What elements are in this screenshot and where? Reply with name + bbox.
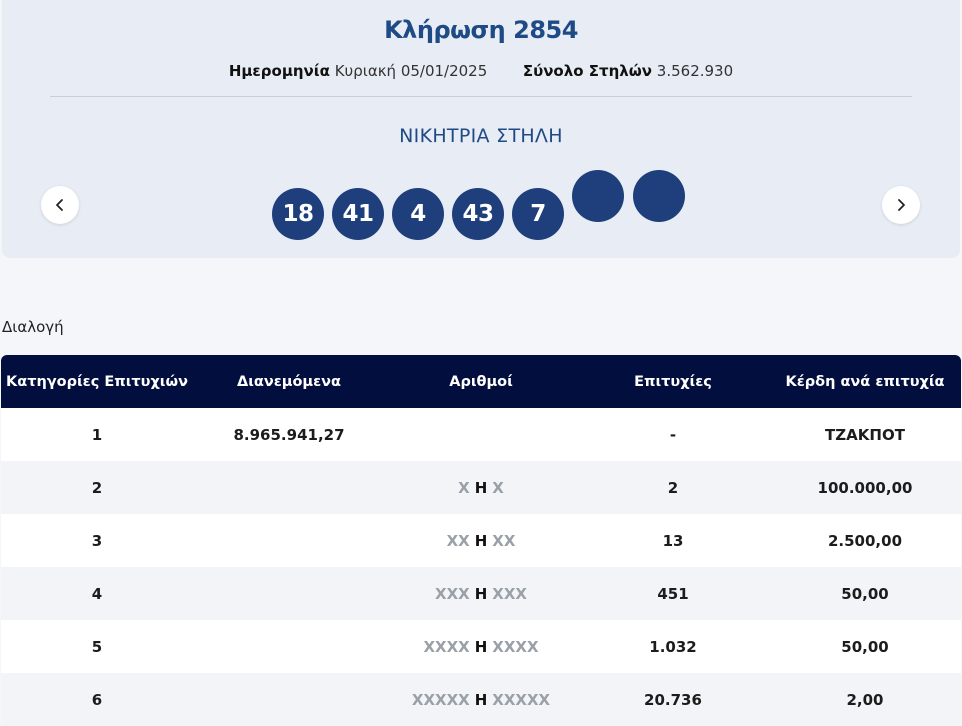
header-category: Κατηγορίες Επιτυχιών: [6, 373, 188, 390]
row-distributed: [193, 620, 385, 673]
combo-left: XXX: [435, 584, 470, 603]
divider: [50, 96, 912, 97]
row-wins: 2: [667, 478, 679, 497]
ball-1: 18: [272, 188, 324, 240]
row-numbers: [385, 408, 577, 461]
draw-card: Κλήρωση 2854 Ημερομηνία Κυριακή 05/01/20…: [2, 0, 960, 258]
row-wins: 1.032: [649, 637, 697, 656]
row-distributed: [193, 461, 385, 514]
row-distributed: [193, 514, 385, 567]
row-numbers: XX Η XX: [385, 514, 577, 567]
row-prize: 2,00: [846, 690, 884, 709]
table-row: 1 8.965.941,27 - ΤΖΑΚΠΟΤ: [1, 408, 961, 461]
previous-draw-button[interactable]: [41, 186, 79, 224]
row-distributed: [193, 567, 385, 620]
table-row: 3 XX Η XX 13 2.500,00: [1, 514, 961, 567]
combo-left: X: [458, 478, 470, 497]
header-wins: Επιτυχίες: [634, 373, 712, 390]
row-prize: 50,00: [841, 637, 889, 656]
ball-6: [572, 170, 624, 222]
ball-7: [633, 170, 685, 222]
table-row: 6 XXXXX Η XXXXX 20.736 2,00: [1, 673, 961, 726]
draw-meta: Ημερομηνία Κυριακή 05/01/2025 Σύνολο Στη…: [2, 62, 960, 80]
combo-left: XX: [446, 531, 470, 550]
header-prize: Κέρδη ανά επιτυχία: [785, 373, 945, 390]
header-distributed: Διανεμόμενα: [237, 373, 341, 390]
row-prize: 50,00: [841, 584, 889, 603]
table-row: 2 XΗX 2 100.000,00: [1, 461, 961, 514]
header-numbers: Αριθμοί: [449, 373, 513, 390]
row-wins: 451: [657, 584, 689, 603]
row-prize: 2.500,00: [827, 531, 903, 550]
combo-right: XX: [492, 531, 516, 550]
table-row: 5 XXXX Η XXXX 1.032 50,00: [1, 620, 961, 673]
row-category: 3: [91, 531, 103, 550]
combo-or: Η: [474, 584, 488, 603]
ball-4: 43: [452, 188, 504, 240]
chevron-right-icon: [898, 199, 905, 211]
row-prize: ΤΖΑΚΠΟΤ: [825, 425, 905, 444]
row-numbers: XXXXX Η XXXXX: [385, 673, 577, 726]
row-numbers: XXX Η XXX: [385, 567, 577, 620]
row-category: 4: [91, 584, 103, 603]
row-distributed: [193, 673, 385, 726]
combo-or: Η: [474, 531, 488, 550]
combo-right: X: [492, 478, 504, 497]
combo-or: Η: [474, 690, 488, 709]
section-label: Διαλογή: [2, 318, 64, 336]
winning-column-label: ΝΙΚΗΤΡΙΑ ΣΤΗΛΗ: [399, 125, 563, 147]
prize-table: Κατηγορίες Επιτυχιών Διανεμόμενα Αριθμοί…: [1, 355, 961, 726]
row-category: 5: [91, 637, 103, 656]
table-row: 4 XXX Η XXX 451 50,00: [1, 567, 961, 620]
chevron-left-icon: [56, 199, 63, 211]
date-value: Κυριακή 05/01/2025: [334, 62, 488, 80]
total-columns-label: Σύνολο Στηλών: [522, 62, 653, 80]
combo-left: XXXX: [423, 637, 470, 656]
row-wins: 20.736: [644, 690, 702, 709]
row-distributed: 8.965.941,27: [233, 425, 345, 444]
draw-title: Κλήρωση 2854: [384, 16, 578, 44]
row-numbers: XXXX Η XXXX: [385, 620, 577, 673]
combo-or: Η: [474, 478, 488, 497]
ball-2: 41: [332, 188, 384, 240]
total-columns-value: 3.562.930: [656, 62, 734, 80]
combo-right: XXXXX: [492, 690, 551, 709]
row-wins: -: [669, 425, 677, 444]
row-category: 1: [91, 425, 103, 444]
combo-right: XXX: [492, 584, 527, 603]
row-wins: 13: [662, 531, 684, 550]
combo-right: XXXX: [492, 637, 539, 656]
ball-3: 4: [392, 188, 444, 240]
row-numbers: XΗX: [385, 461, 577, 514]
ball-5: 7: [512, 188, 564, 240]
row-category: 2: [91, 478, 103, 497]
row-prize: 100.000,00: [817, 478, 913, 497]
table-header: Κατηγορίες Επιτυχιών Διανεμόμενα Αριθμοί…: [1, 355, 961, 408]
date-label: Ημερομηνία: [228, 62, 330, 80]
combo-left: XXXXX: [411, 690, 470, 709]
combo-or: Η: [474, 637, 488, 656]
next-draw-button[interactable]: [882, 186, 920, 224]
row-category: 6: [91, 690, 103, 709]
